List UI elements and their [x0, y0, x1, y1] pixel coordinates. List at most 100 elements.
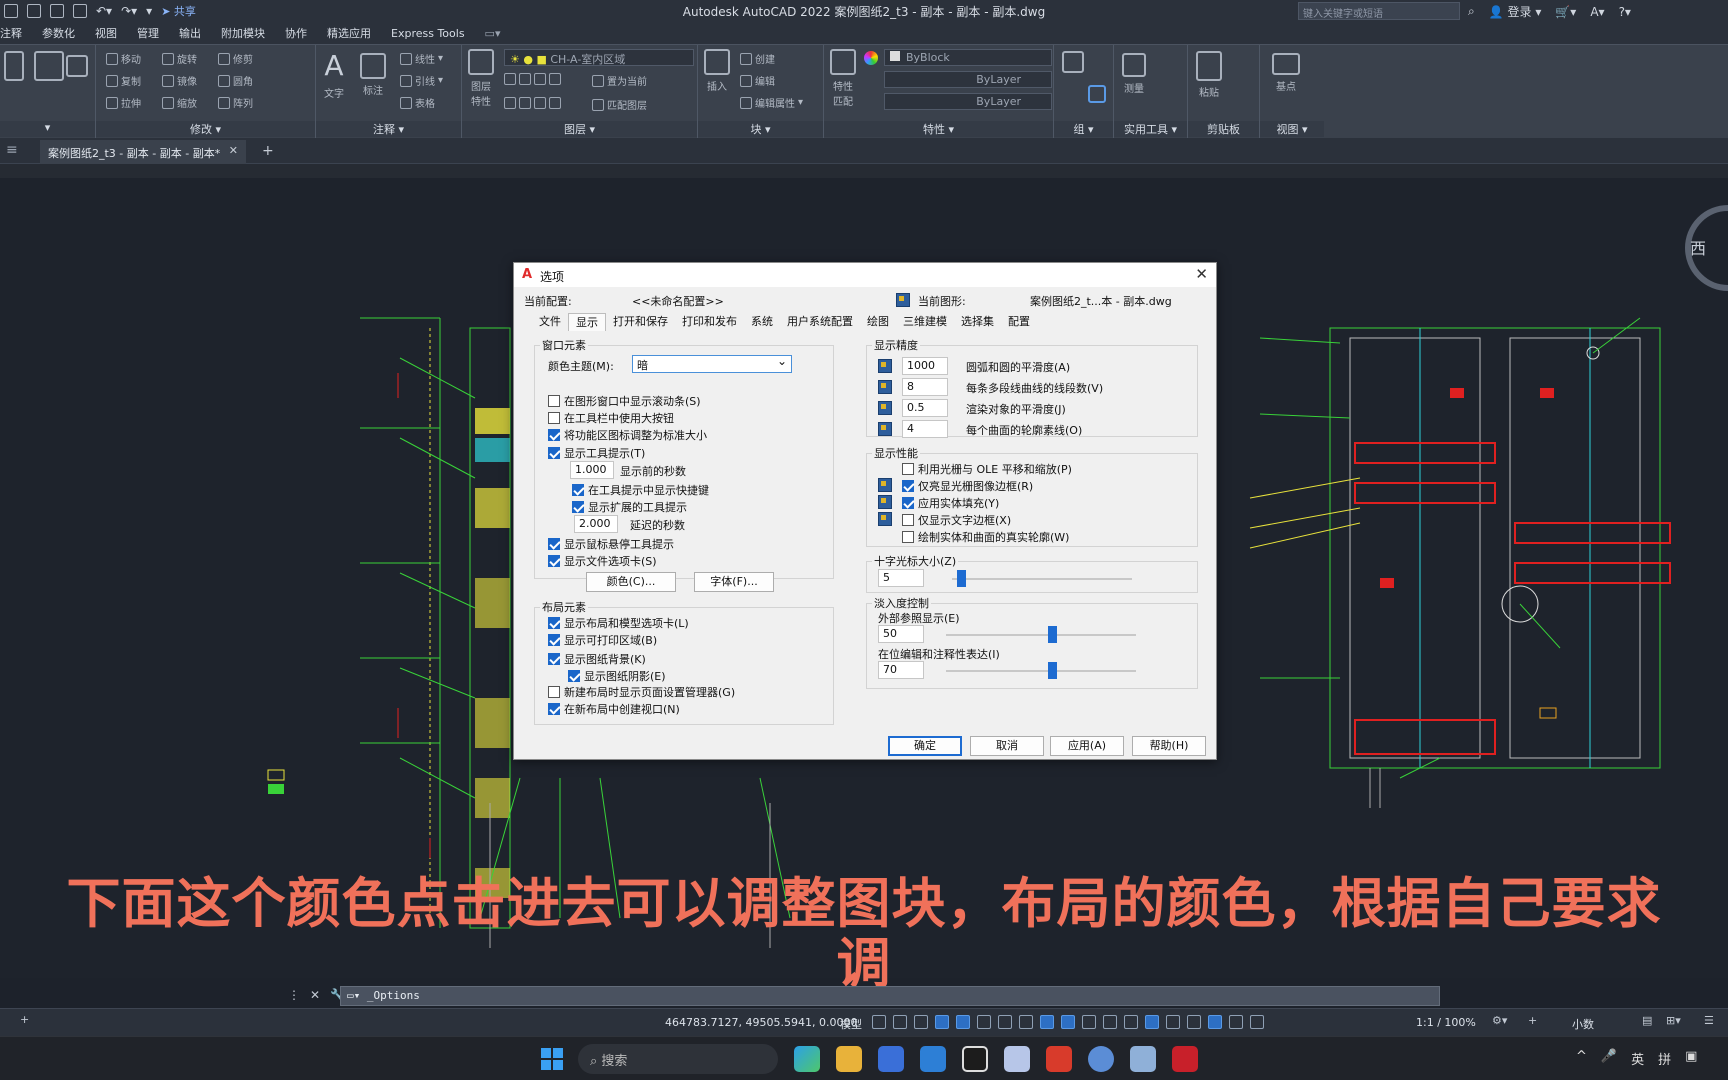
- text-frame-checkbox[interactable]: 仅显示文字边框(X): [902, 512, 1011, 528]
- save-as-icon[interactable]: [27, 4, 41, 18]
- match-layer-button[interactable]: 匹配图层: [592, 97, 647, 112]
- fonts-button[interactable]: 字体(F)...: [694, 572, 774, 592]
- insert-button[interactable]: 插入: [704, 49, 730, 93]
- set-current-button[interactable]: 置为当前: [592, 73, 647, 88]
- base-point-button[interactable]: 基点: [1272, 53, 1300, 93]
- color-dropdown[interactable]: ByBlock: [884, 49, 1052, 66]
- edit-attributes-button[interactable]: 编辑属性 ▾: [740, 95, 803, 110]
- show-scrollbars-checkbox[interactable]: 在图形窗口中显示滚动条(S): [548, 393, 701, 409]
- colors-button[interactable]: 颜色(C)...: [586, 572, 676, 592]
- polyline-icon[interactable]: [4, 51, 24, 81]
- large-buttons-box[interactable]: [548, 412, 560, 424]
- show-scrollbars-box[interactable]: [548, 395, 560, 407]
- table-button[interactable]: 表格: [400, 95, 435, 110]
- ime-mode-indicator[interactable]: 拼: [1658, 1049, 1671, 1068]
- tab-manage[interactable]: 管理: [137, 25, 159, 41]
- tab-3d-modeling[interactable]: 三维建模: [896, 313, 954, 331]
- undo-icon[interactable]: ↶▾: [96, 4, 112, 18]
- search-icon[interactable]: ⌕: [1468, 4, 1475, 19]
- polar-icon[interactable]: [977, 1015, 991, 1029]
- groups-panel-title[interactable]: 组 ▾: [1054, 121, 1113, 137]
- file-tabs-checkbox[interactable]: 显示文件选项卡(S): [548, 553, 657, 569]
- user-icon[interactable]: 👤 登录 ▾: [1489, 3, 1542, 20]
- edge-icon[interactable]: [794, 1046, 820, 1072]
- render-smoothness-input[interactable]: 0.5: [902, 399, 948, 417]
- pane-splitter[interactable]: [0, 164, 1728, 178]
- color-scheme-select[interactable]: 暗: [632, 354, 792, 373]
- auto-scale-icon[interactable]: [1229, 1015, 1243, 1029]
- tooltip-delay-input[interactable]: 1.000: [570, 461, 614, 479]
- contour-lines-input[interactable]: 4: [902, 420, 948, 438]
- tab-files[interactable]: 文件: [532, 313, 568, 331]
- viewcube-west-label[interactable]: 西: [1690, 239, 1706, 258]
- gizmo-icon[interactable]: [1187, 1015, 1201, 1029]
- scale-button[interactable]: 缩放: [162, 95, 197, 110]
- group-icon[interactable]: [1062, 51, 1084, 73]
- quick-properties-icon[interactable]: ▤: [1642, 1014, 1652, 1027]
- fillet-button[interactable]: 圆角: [218, 73, 253, 88]
- create-viewport-box[interactable]: [548, 703, 560, 715]
- coordinates-readout[interactable]: 464783.7127, 49505.5941, 0.0000: [665, 1016, 857, 1029]
- match-properties-button[interactable]: 特性匹配: [830, 49, 856, 108]
- create-block-button[interactable]: 创建: [740, 51, 775, 66]
- command-history-icon[interactable]: ▭▾: [347, 989, 360, 1002]
- tab-annotate[interactable]: 注释: [0, 25, 22, 41]
- tab-drafting[interactable]: 绘图: [860, 313, 896, 331]
- linear-button[interactable]: 线性 ▾: [400, 51, 443, 66]
- lineweight-dropdown[interactable]: ByLayer: [884, 71, 1052, 88]
- xref-fade-input[interactable]: 50: [878, 625, 924, 643]
- close-tab-icon[interactable]: ✕: [229, 144, 238, 157]
- file-explorer-icon[interactable]: [836, 1046, 862, 1072]
- redo-icon[interactable]: ↷▾: [121, 4, 137, 18]
- printable-area-checkbox[interactable]: 显示可打印区域(B): [548, 632, 657, 648]
- printable-area-box[interactable]: [548, 634, 560, 646]
- tab-selection[interactable]: 选择集: [954, 313, 1001, 331]
- customize-qat-icon[interactable]: ▾: [146, 4, 152, 18]
- circle-icon[interactable]: [34, 51, 64, 81]
- xref-fade-slider-track[interactable]: [946, 634, 1136, 636]
- annotation-scale-readout[interactable]: 1:1 / 100%: [1416, 1016, 1476, 1029]
- xref-fade-slider-thumb[interactable]: [1047, 626, 1057, 643]
- layer-properties-button[interactable]: 图层特性: [468, 49, 494, 108]
- arc-icon[interactable]: [66, 55, 88, 77]
- show-shortcut-keys-box[interactable]: [572, 484, 584, 496]
- annotation-scale-icon[interactable]: [1250, 1015, 1264, 1029]
- share-button[interactable]: ➤ 共享: [161, 3, 196, 19]
- layout-model-tabs-box[interactable]: [548, 617, 560, 629]
- network-app-icon[interactable]: [1004, 1046, 1030, 1072]
- autocad-taskbar-icon[interactable]: [1172, 1046, 1198, 1072]
- capture-icon[interactable]: [962, 1046, 988, 1072]
- lineweight-icon[interactable]: [1061, 1015, 1075, 1029]
- group-select-icon[interactable]: [1088, 85, 1106, 103]
- ok-button[interactable]: 确定: [888, 736, 962, 756]
- tab-featured-apps[interactable]: 精选应用: [327, 25, 371, 41]
- raster-frame-box[interactable]: [902, 480, 914, 492]
- color-wheel-icon[interactable]: [864, 51, 878, 65]
- annotation-monitor-icon[interactable]: +: [1528, 1014, 1537, 1027]
- new-tab-icon[interactable]: +: [262, 143, 274, 159]
- taskbar-search[interactable]: ⌕ 搜索: [578, 1044, 778, 1074]
- microphone-icon[interactable]: 🎤: [1601, 1049, 1617, 1068]
- page-setup-manager-box[interactable]: [548, 686, 560, 698]
- crosshair-slider-thumb[interactable]: [957, 570, 966, 587]
- isodraft-icon[interactable]: [998, 1015, 1012, 1029]
- polyline-segments-input[interactable]: 8: [902, 378, 948, 396]
- model-space-button[interactable]: 模型: [840, 1016, 862, 1032]
- page-setup-manager-checkbox[interactable]: 新建布局时显示页面设置管理器(G): [548, 684, 735, 700]
- arc-smoothness-input[interactable]: 1000: [902, 357, 948, 375]
- extended-delay-input[interactable]: 2.000: [574, 515, 618, 533]
- extended-tooltips-checkbox[interactable]: 显示扩展的工具提示: [572, 499, 687, 515]
- open-web-icon[interactable]: [50, 4, 64, 18]
- edit-block-button[interactable]: 编辑: [740, 73, 775, 88]
- workspace-gear-icon[interactable]: ⚙▾: [1492, 1014, 1507, 1027]
- annotation-visibility-icon[interactable]: [1208, 1015, 1222, 1029]
- object-snap-tracking-icon[interactable]: [1019, 1015, 1033, 1029]
- close-command-line-icon[interactable]: ✕: [310, 988, 320, 1002]
- inplace-fade-slider-thumb[interactable]: [1048, 662, 1058, 679]
- save-icon[interactable]: [4, 4, 18, 18]
- show-shortcut-keys-checkbox[interactable]: 在工具提示中显示快捷键: [572, 482, 709, 498]
- layer-tools-row1[interactable]: [504, 73, 561, 85]
- ime-language-indicator[interactable]: 英: [1631, 1049, 1644, 1068]
- inplace-fade-slider-track[interactable]: [946, 670, 1136, 672]
- resize-ribbon-icons-checkbox[interactable]: 将功能区图标调整为标准大小: [548, 427, 707, 443]
